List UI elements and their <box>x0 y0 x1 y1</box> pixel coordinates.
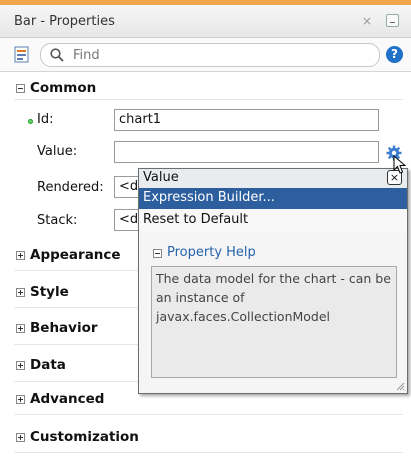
minimize-icon[interactable] <box>386 14 399 27</box>
property-help-title: Property Help <box>167 245 256 260</box>
expand-icon[interactable] <box>16 361 25 370</box>
stack-label: Stack: <box>37 213 78 228</box>
close-icon[interactable]: × <box>362 14 372 28</box>
popup-title: Value <box>143 170 179 185</box>
menu-item-expression-builder[interactable]: Expression Builder... <box>139 188 407 209</box>
toolbar: ? <box>0 38 411 72</box>
id-label: Id: <box>37 112 54 127</box>
section-label: Appearance <box>30 247 121 263</box>
popup-header: Value × <box>139 169 407 188</box>
section-label: Customization <box>30 429 139 445</box>
menu-item-label: Reset to Default <box>143 212 249 227</box>
collapse-icon[interactable] <box>16 84 25 93</box>
menu-item-reset-to-default[interactable]: Reset to Default <box>139 210 407 231</box>
divider <box>14 452 403 453</box>
required-icon <box>28 119 33 124</box>
divider <box>14 99 403 100</box>
expand-icon[interactable] <box>16 395 25 404</box>
section-label: Data <box>30 357 66 373</box>
id-field[interactable]: chart1 <box>114 109 379 131</box>
section-label: Common <box>30 80 97 96</box>
help-icon[interactable]: ? <box>386 46 403 63</box>
rendered-label: Rendered: <box>37 180 104 195</box>
title-bar: Bar - Properties × <box>0 5 411 38</box>
value-field[interactable] <box>114 141 379 163</box>
expand-icon[interactable] <box>16 324 25 333</box>
section-label: Advanced <box>30 391 105 407</box>
expand-icon[interactable] <box>16 288 25 297</box>
collapse-icon[interactable] <box>153 249 162 258</box>
search-input[interactable] <box>71 46 365 65</box>
property-sheet-icon[interactable] <box>14 46 31 63</box>
property-help-text: The data model for the chart - can be an… <box>151 266 397 378</box>
cursor-icon <box>393 155 407 174</box>
divider <box>14 414 403 415</box>
window-title: Bar - Properties <box>14 14 115 29</box>
value-label: Value: <box>37 144 78 159</box>
section-label: Style <box>30 284 69 300</box>
search-icon <box>50 48 64 62</box>
expand-icon[interactable] <box>16 433 25 442</box>
menu-item-label: Expression Builder... <box>143 190 275 205</box>
resize-grip-icon[interactable] <box>396 382 405 391</box>
section-label: Behavior <box>30 320 98 336</box>
search-box[interactable] <box>40 43 380 67</box>
value-popup-menu: Value × Expression Builder... Reset to D… <box>138 168 408 394</box>
expand-icon[interactable] <box>16 251 25 260</box>
